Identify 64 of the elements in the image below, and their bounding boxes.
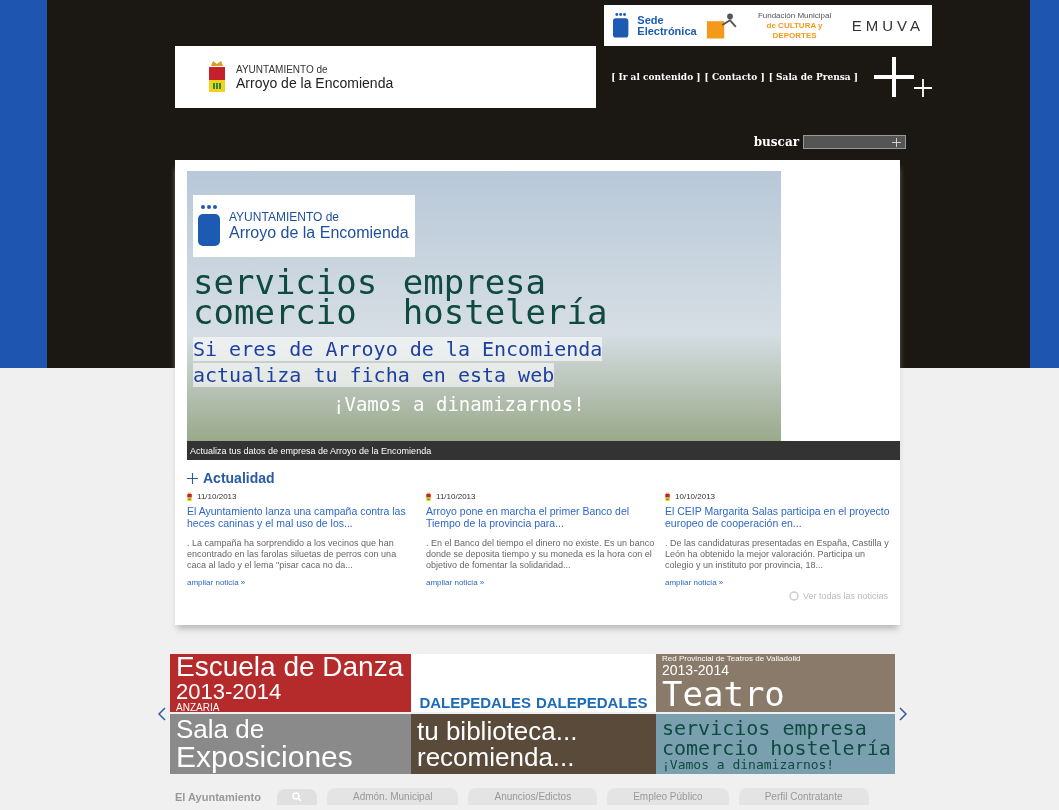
banner-word: servicios: [193, 267, 379, 297]
news-headline[interactable]: El Ayuntamiento lanza una campaña contra las heces caninas y el mal uso de los...: [187, 504, 416, 529]
promo-tile[interactable]: Red Provincial de Teatros de Valladolid 2013-2014 Teatro: [656, 654, 895, 712]
header-link[interactable]: [ Ir al contenido ]: [611, 72, 701, 82]
sede-electronica-logo[interactable]: Sede Electrónica: [637, 14, 697, 37]
tile-text: DALEPEDALES: [419, 695, 532, 710]
news-headline[interactable]: Arroyo pone en marcha el primer Banco del Tiempo de la provincia para...: [426, 504, 655, 529]
news-summary: . De las candidaturas presentadas en España, Castilla y León ha obtenido la mejor valoración. Participa un colegio y un instituto por provincia, 18...: [665, 537, 890, 571]
fundacion-logo[interactable]: Fundación Municipal de CULTURA y DEPORTES: [745, 10, 844, 41]
header-link[interactable]: [ Contacto ]: [704, 72, 765, 82]
promo-tile[interactable]: Escuela de Danza 2013-2014 ANZARIA: [170, 654, 411, 712]
tile-text: DALEPEDALES: [535, 695, 648, 710]
read-more-link[interactable]: ampliar noticia »: [187, 577, 416, 587]
banner-headline: actualiza tu ficha en esta web: [193, 363, 555, 387]
crest-icon: [426, 492, 432, 502]
search-icon: [292, 791, 302, 802]
tile-text: Sala de: [176, 716, 265, 742]
banner-slogan: ¡Vamos a dinamizarnos!: [333, 393, 586, 415]
promo-tile[interactable]: Sala de Exposiciones: [170, 714, 411, 774]
tile-text: Red Provincial de Teatros de Valladolid: [662, 655, 801, 663]
tile-text: Escuela de Danza: [176, 654, 404, 681]
banner-word: comercio: [193, 297, 357, 327]
logo-title[interactable]: Arroyo de la Encomienda: [236, 74, 394, 91]
banner-logo-subtitle: AYUNTAMIENTO de: [229, 210, 341, 224]
logo-subtitle: AYUNTAMIENTO de: [236, 63, 329, 75]
chevron-left-icon[interactable]: [158, 707, 166, 721]
tile-text: 2013-2014: [176, 681, 282, 703]
tile-text: Teatro: [662, 677, 785, 711]
tile-text: Exposiciones: [176, 742, 353, 772]
header-link[interactable]: [ Sala de Prensa ]: [768, 72, 858, 82]
shield-icon: [197, 204, 221, 248]
tile-text: servicios empresa: [662, 717, 867, 738]
banner-headline: Si eres de Arroyo de la Encomienda: [193, 337, 603, 361]
news-date: 10/10/2013: [675, 492, 716, 502]
news-date: 11/10/2013: [197, 492, 237, 502]
news-date: 11/10/2013: [436, 492, 476, 502]
read-more-link[interactable]: ampliar noticia »: [426, 577, 655, 587]
emuva-logo[interactable]: EMUVA: [851, 17, 924, 34]
search-field[interactable]: [803, 135, 906, 149]
read-more-link[interactable]: ampliar noticia »: [665, 577, 894, 587]
chevron-right-icon[interactable]: [899, 707, 907, 721]
nav-title: El Ayuntamiento: [175, 790, 261, 803]
news-headline[interactable]: El CEIP Margarita Salas participa en el proyecto europeo de cooperación en...: [665, 504, 894, 529]
tile-text: recomienda...: [417, 744, 575, 770]
tile-text: ¡Vamos a dinamizarnos!: [662, 757, 835, 771]
crest-icon: [208, 60, 226, 94]
sede-shield-icon: [612, 11, 630, 40]
plus-icon[interactable]: [187, 472, 198, 484]
tile-text: tu biblioteca...: [417, 718, 578, 744]
promo-tile[interactable]: DALEPEDALES DALEPEDALES: [411, 654, 656, 712]
promo-banner[interactable]: AYUNTAMIENTO de Arroyo de la Encomienda servicios empresa comercio hostelería Si eres de Arroyo de la Encomienda actualiza tu ficha en esta web ¡Vamos a dinamizarnos!: [187, 171, 781, 441]
tile-text: 2013-2014: [662, 663, 729, 677]
tile-text: ANZARIA: [176, 703, 220, 712]
banner-caption: Actualiza tus datos de empresa de Arroyo de la Encomienda: [187, 441, 900, 460]
promo-tile[interactable]: servicios empresa comercio hostelería ¡Vamos a dinamizarnos!: [656, 714, 895, 774]
news-summary: . La campaña ha sorprendido a los vecinos que han encontrado en las farolas siluetas de perros con una caca al lado y el lema "pisar caca no da...: [187, 537, 398, 571]
crest-icon: [665, 492, 671, 502]
banner-logo-title: Arroyo de la Encomienda: [229, 224, 409, 242]
search-plus-icon[interactable]: [892, 137, 901, 147]
section-title: Actualidad: [203, 470, 275, 486]
news-summary: . En el Banco del tiempo el dinero no existe. Es un banco donde se deposita tiempo y su moneda es la hora con el objetivo de fomentar la solidaridad...: [426, 537, 655, 571]
crest-icon: [187, 492, 193, 502]
search-label: buscar: [753, 135, 799, 149]
promo-tile[interactable]: tu biblioteca... recomienda...: [411, 714, 656, 774]
